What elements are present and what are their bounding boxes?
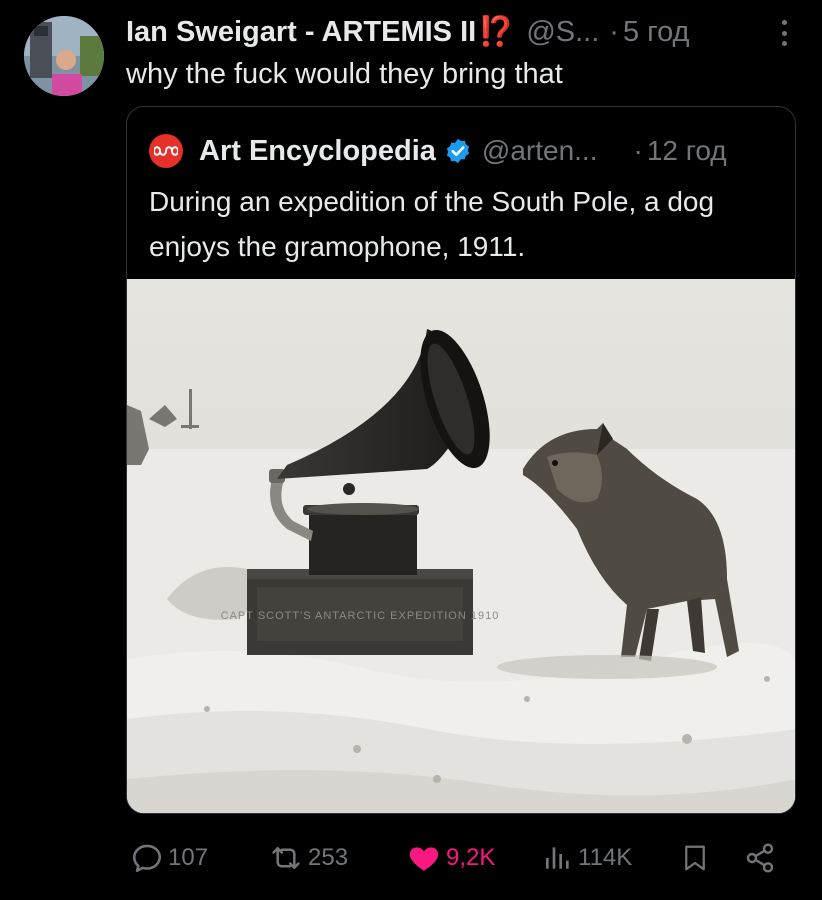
quoted-post[interactable]: Art Encyclopedia @arten... · 12 год Duri… (126, 106, 796, 814)
action-bar: 107 253 9,2K 114K (130, 836, 790, 880)
views-count: 114K (578, 844, 633, 871)
quoted-post-time[interactable]: 12 год (647, 135, 727, 167)
views-button[interactable]: 114K (542, 836, 632, 880)
reply-button[interactable]: 107 (130, 836, 208, 880)
bookmark-icon (685, 845, 705, 871)
bookmark-button[interactable] (680, 836, 710, 880)
exclamation-question-emoji-icon: ⁉️ (478, 16, 515, 48)
reply-icon (132, 844, 162, 873)
box-inscription: CAPT SCOTT'S ANTARCTIC EXPEDITION 1910 (221, 610, 500, 622)
quoted-author-handle[interactable]: @arten... (482, 135, 598, 167)
separator-dot: · (609, 16, 619, 48)
author-name[interactable]: Ian Sweigart - ARTEMIS II (126, 14, 476, 50)
author-avatar[interactable] (24, 16, 104, 96)
views-icon (546, 847, 569, 869)
like-count: 9,2K (446, 844, 496, 871)
quoted-post-photo[interactable]: CAPT SCOTT'S ANTARCTIC EXPEDITION 1910 (127, 279, 796, 814)
separator-dot: · (633, 135, 643, 166)
like-button[interactable]: 9,2K (406, 836, 495, 880)
infinity-logo-icon (154, 146, 178, 156)
post-time[interactable]: 5 год (623, 14, 690, 50)
post-header: Ian Sweigart - ARTEMIS II ⁉️ @S... · 5 г… (126, 14, 806, 50)
more-vertical-icon[interactable] (774, 16, 794, 50)
share-icon (746, 843, 774, 873)
heart-icon (409, 847, 439, 871)
avatar-photo (24, 16, 104, 96)
quoted-post-header: Art Encyclopedia @arten... · 12 год (149, 131, 779, 171)
verified-badge-icon (446, 138, 469, 164)
reply-count: 107 (168, 844, 209, 871)
repost-count: 253 (308, 844, 349, 871)
share-button[interactable] (744, 836, 776, 880)
repost-icon (272, 847, 300, 869)
quoted-author-avatar[interactable] (149, 134, 183, 168)
author-handle[interactable]: @S... (526, 14, 599, 50)
quoted-author-name[interactable]: Art Encyclopedia (199, 135, 436, 168)
repost-button[interactable]: 253 (268, 836, 348, 880)
quoted-post-text: During an expedition of the South Pole, … (149, 186, 715, 262)
post-text: why the fuck would they bring that (126, 58, 563, 90)
